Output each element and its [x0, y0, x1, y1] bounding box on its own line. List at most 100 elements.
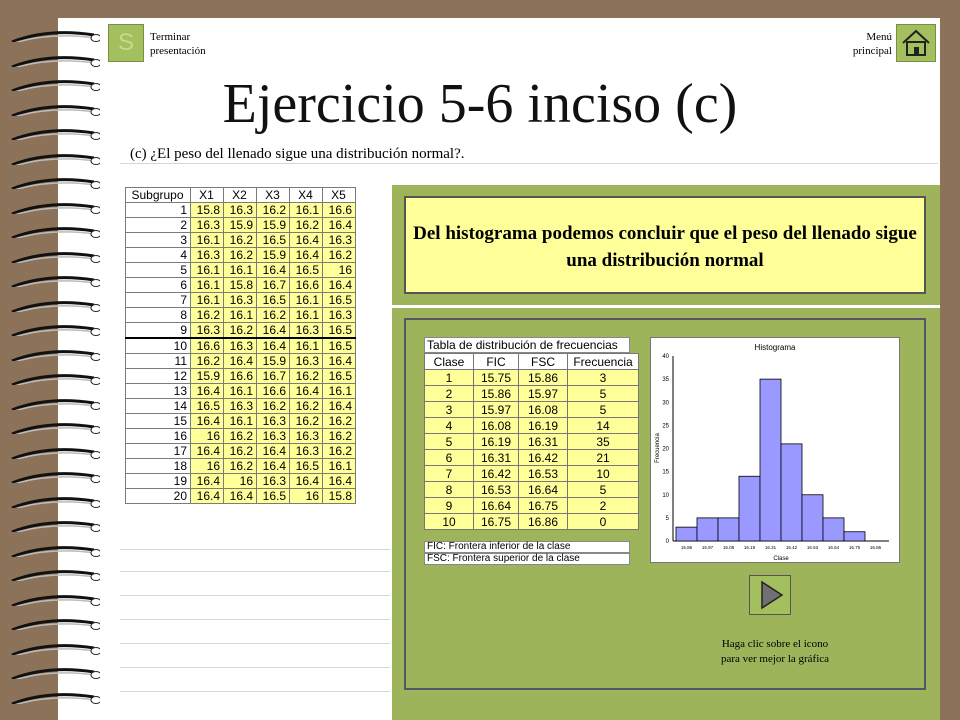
y-tick-label: 25 [662, 423, 669, 429]
data-table-cell: 16 [125, 428, 191, 444]
data-table-cell: 16.1 [289, 307, 323, 323]
data-table-cell: 16.4 [190, 383, 224, 399]
y-tick-label: 5 [666, 516, 670, 522]
freq-table-cell: 16.53 [518, 465, 568, 482]
data-table-cell: 16.3 [289, 322, 323, 339]
page-rule [120, 619, 390, 620]
main-menu-label[interactable]: Menú principal [836, 30, 892, 58]
page-rule [120, 691, 390, 692]
spiral-ring [11, 594, 100, 606]
freq-table-cell: 2 [567, 497, 639, 514]
freq-table-cell: 16.31 [518, 433, 568, 450]
freq-table-cell: 6 [424, 449, 474, 466]
view-chart-button[interactable] [749, 575, 791, 615]
data-table-header-cell: Subgrupo [125, 187, 191, 203]
freq-table-cell: 15.97 [518, 385, 568, 402]
stop-presentation-button[interactable]: S [108, 24, 144, 62]
data-table-cell: 15.9 [190, 368, 224, 384]
data-table-cell: 15.9 [256, 247, 290, 263]
freq-table-cell: 8 [424, 481, 474, 498]
freq-table-cell: 1 [424, 369, 474, 386]
spiral-ring [11, 153, 100, 165]
histogram-bar [822, 517, 845, 542]
data-table-cell: 16.2 [256, 307, 290, 323]
data-table-cell: 1 [125, 202, 191, 218]
data-table-cell: 16.5 [289, 458, 323, 474]
data-table-row: 5 16.1 16.1 16.4 16.5 16 [125, 262, 356, 278]
data-table-cell: 16.5 [322, 368, 356, 384]
data-table-cell: 16.1 [289, 292, 323, 308]
freq-table-cell: 15.86 [473, 385, 519, 402]
data-table-cell: 15 [125, 413, 191, 429]
freq-table: Clase FIC FSC Frecuencia 1 15.75 15.86 3 2 15.86 1… [424, 353, 639, 530]
y-tick-label: 40 [662, 354, 669, 360]
data-table-cell: 16.3 [223, 202, 257, 218]
menu-label-line2: principal [852, 45, 892, 57]
data-table-cell: 16.2 [190, 307, 224, 323]
data-table-row: 20 16.4 16.4 16.5 16 15.8 [125, 488, 356, 504]
page-title: Ejercicio 5-6 inciso (c) [222, 73, 738, 135]
data-table-cell: 12 [125, 368, 191, 384]
x-tick-label: 16.31 [765, 545, 777, 550]
histogram-bar [738, 475, 761, 542]
spiral-ring [11, 374, 100, 385]
data-table-row: 4 16.3 16.2 15.9 16.4 16.2 [125, 247, 356, 263]
data-table-cell: 16.4 [256, 443, 290, 459]
x-tick-label: 16.53 [807, 545, 819, 550]
freq-table-header-cell: FIC [473, 353, 519, 370]
data-table-row: 15 16.4 16.1 16.3 16.2 16.2 [125, 413, 356, 429]
spiral-ring [11, 423, 100, 434]
data-table-cell: 16.4 [256, 337, 290, 354]
data-table-cell: 5 [125, 262, 191, 278]
data-table-cell: 4 [125, 247, 191, 263]
data-table-cell: 16.7 [256, 277, 290, 293]
main-menu-button[interactable] [896, 24, 936, 62]
data-table-header: Subgrupo X1 X2 X3 X4 X5 [125, 187, 356, 203]
freq-table-cell: 16.53 [473, 481, 519, 498]
data-table-cell: 16.2 [223, 232, 257, 248]
end-label-line1: Terminar [150, 31, 191, 43]
freq-table-header-cell: Clase [424, 353, 474, 370]
data-table-cell: 3 [125, 232, 191, 248]
data-table-cell: 16.1 [190, 262, 224, 278]
freq-table-cell: 14 [567, 417, 639, 434]
x-axis-label: Clase [773, 556, 789, 562]
spiral-ring [11, 31, 100, 42]
question-text: (c) ¿El peso del llenado sigue una distr… [130, 146, 465, 162]
data-table-cell: 16.4 [289, 383, 323, 399]
data-table-row: 8 16.2 16.1 16.2 16.1 16.3 [125, 307, 356, 323]
data-table-cell: 16.3 [223, 292, 257, 308]
data-table-row: 7 16.1 16.3 16.5 16.1 16.5 [125, 292, 356, 308]
data-table-cell: 16.3 [223, 398, 257, 414]
data-table-cell: 14 [125, 398, 191, 414]
freq-table-row: 4 16.08 16.19 14 [424, 417, 639, 434]
hint-line1: Haga clic sobre el icono [721, 638, 829, 650]
freq-table-row: 9 16.64 16.75 2 [424, 497, 639, 514]
question-underline [120, 163, 938, 164]
freq-table-row: 2 15.86 15.97 5 [424, 385, 639, 402]
freq-table-cell: 16.86 [518, 513, 568, 530]
freq-table-cell: 5 [567, 481, 639, 498]
data-table-header-cell: X3 [256, 187, 290, 203]
data-table-cell: 7 [125, 292, 191, 308]
data-table-cell: 16.1 [190, 232, 224, 248]
histogram-title: Histograma [755, 343, 796, 352]
spiral-ring [11, 447, 100, 459]
data-table-cell: 16.2 [289, 413, 323, 429]
data-table-cell: 16.4 [322, 277, 356, 293]
freq-table-cell: 3 [567, 369, 639, 386]
freq-table-cell: 16.19 [518, 417, 568, 434]
spiral-ring [11, 276, 100, 287]
data-table-cell: 16.4 [190, 473, 224, 489]
end-presentation-label[interactable]: Terminar presentación [150, 30, 206, 58]
histogram-svg: Histograma 0 5 10 15 20 25 30 35 40 15.86 15.97 16.0… [655, 343, 889, 562]
data-table-cell: 16.1 [190, 292, 224, 308]
data-table-cell: 15.8 [223, 277, 257, 293]
data-table-cell: 16.2 [256, 202, 290, 218]
freq-note-fsc: FSC: Frontera superior de la clase [424, 553, 630, 565]
hint-line2: para ver mejor la gráfica [720, 653, 830, 665]
freq-table-row: 7 16.42 16.53 10 [424, 465, 639, 482]
play-icon [761, 580, 784, 610]
data-table-cell: 15.8 [322, 488, 356, 504]
data-table-row: 9 16.3 16.2 16.4 16.3 16.5 [125, 322, 356, 339]
